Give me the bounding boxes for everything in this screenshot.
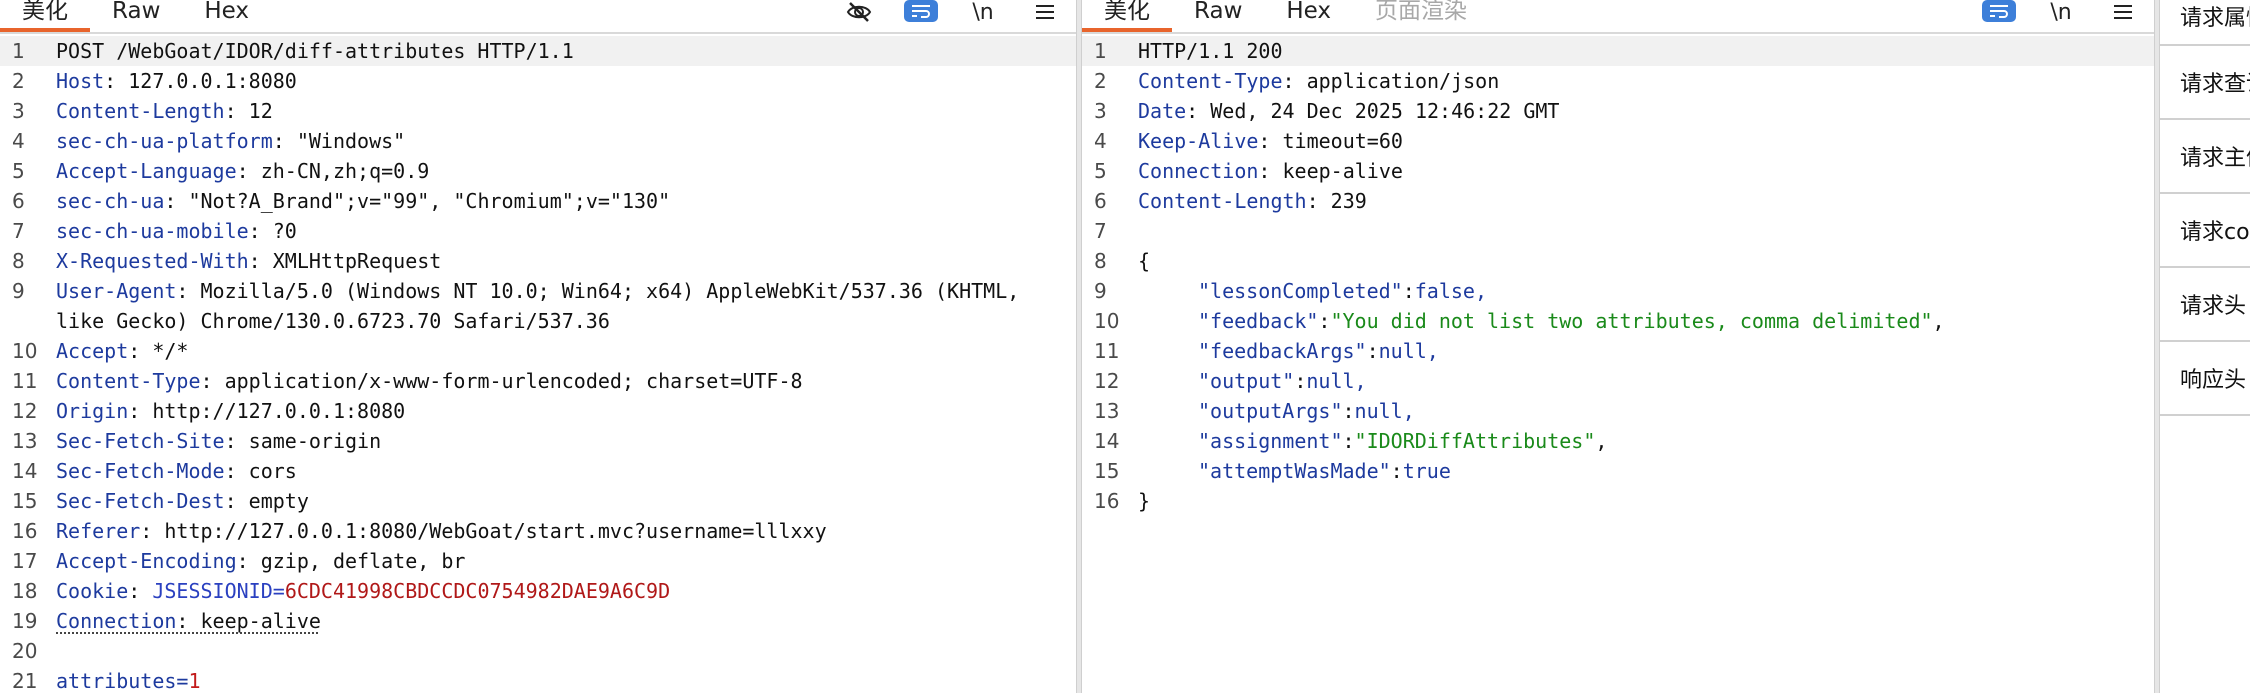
code-line: 6 sec-ch-ua: "Not?A_Brand";v="99", "Chrom… — [12, 189, 671, 213]
response-tabbar: 美化 Raw Hex 页面渲染 \n — [1082, 0, 2154, 34]
side-item-request-headers[interactable]: 请求头 — [2160, 268, 2250, 342]
code-line: 10 Accept: */* — [12, 339, 189, 363]
body-param-name: attributes — [56, 669, 177, 693]
tab-hex[interactable]: Hex — [1264, 0, 1353, 32]
cookie-value: 6CDC41998CBDCCDC0754982DAE9A6C9D — [284, 579, 671, 603]
code-line: 2 Host: 127.0.0.1:8080 — [12, 69, 297, 93]
inspector-side-panel: 请求属性 请求查询参数 请求主体参数 请求cookie 请求头 响应头 — [2160, 0, 2250, 693]
code-line: 16 Referer: http://127.0.0.1:8080/WebGoat… — [12, 519, 827, 543]
cookie-name: JSESSIONID — [152, 579, 273, 603]
side-item-request-body-params[interactable]: 请求主体参数 — [2160, 120, 2250, 194]
code-line: 3 Content-Length: 12 — [12, 99, 273, 123]
code-line: 8 X-Requested-With: XMLHttpRequest — [12, 249, 442, 273]
code-line: 16} — [1094, 489, 1151, 513]
code-line: 12 Origin: http://127.0.0.1:8080 — [12, 399, 406, 423]
menu-icon[interactable] — [1028, 0, 1062, 24]
code-line: 11 Content-Type: application/x-www-form-u… — [12, 369, 803, 393]
request-editor[interactable]: 1 POST /WebGoat/IDOR/diff-attributes HTTP… — [0, 36, 1076, 693]
code-line: 14 Sec-Fetch-Mode: cors — [12, 459, 297, 483]
response-editor[interactable]: 1 HTTP/1.1 200 2 Content-Type: application… — [1082, 36, 2154, 693]
code-line: 1 POST /WebGoat/IDOR/diff-attributes HTTP… — [0, 36, 1076, 66]
side-item-request-cookies[interactable]: 请求cookie — [2160, 194, 2250, 268]
tab-raw[interactable]: Raw — [1172, 0, 1264, 32]
code-line: 7 — [1094, 219, 1107, 243]
menu-icon[interactable] — [2106, 0, 2140, 24]
request-toolbar: \n — [842, 0, 1062, 25]
code-line: 21 attributes=1 — [12, 669, 201, 693]
side-item-request-attributes[interactable]: 请求属性 — [2160, 0, 2250, 46]
body-param-value: 1 — [188, 669, 201, 693]
side-item-request-query-params[interactable]: 请求查询参数 — [2160, 46, 2250, 120]
code-line: 9 "lessonCompleted":false, — [1094, 279, 1487, 303]
newline-icon[interactable]: \n — [2044, 0, 2078, 25]
code-line: 4 Keep-Alive: timeout=60 — [1094, 129, 1403, 153]
response-pane: 美化 Raw Hex 页面渲染 \n 1 HTTP/1.1 200 2 Conten… — [1082, 0, 2154, 693]
wrap-lines-icon[interactable] — [904, 0, 938, 22]
tab-pretty[interactable]: 美化 — [0, 0, 90, 32]
code-line: 5 Connection: keep-alive — [1094, 159, 1403, 183]
code-line: 6 Content-Length: 239 — [1094, 189, 1367, 213]
code-line: 13 Sec-Fetch-Site: same-origin — [12, 429, 382, 453]
wrap-lines-icon[interactable] — [1982, 0, 2016, 22]
code-line: 14 "assignment":"IDORDiffAttributes", — [1094, 429, 1608, 453]
code-line: 17 Accept-Encoding: gzip, deflate, br — [12, 549, 466, 573]
code-line: 18 Cookie: JSESSIONID=6CDC41998CBDCCDC075… — [12, 579, 671, 603]
code-line: 13 "outputArgs":null, — [1094, 399, 1415, 423]
code-line: 7 sec-ch-ua-mobile: ?0 — [12, 219, 297, 243]
code-line: 5 Accept-Language: zh-CN,zh;q=0.9 — [12, 159, 430, 183]
code-line: 3 Date: Wed, 24 Dec 2025 12:46:22 GMT — [1094, 99, 1560, 123]
tab-pretty[interactable]: 美化 — [1082, 0, 1172, 32]
code-line: 8{ — [1094, 249, 1151, 273]
response-toolbar: \n — [1982, 0, 2140, 25]
code-line: 11 "feedbackArgs":null, — [1094, 339, 1439, 363]
code-line: 9 User-Agent: Mozilla/5.0 (Windows NT 10.… — [12, 279, 1032, 333]
code-line: 4 sec-ch-ua-platform: "Windows" — [12, 129, 406, 153]
tab-render[interactable]: 页面渲染 — [1353, 0, 1489, 32]
code-line: 10 "feedback":"You did not list two attri… — [1094, 309, 1945, 333]
tab-hex[interactable]: Hex — [182, 0, 271, 32]
tab-raw[interactable]: Raw — [90, 0, 182, 32]
newline-icon[interactable]: \n — [966, 0, 1000, 25]
code-line: 2 Content-Type: application/json — [1094, 69, 1500, 93]
code-line: 12 "output":null, — [1094, 369, 1367, 393]
code-line: 15 "attemptWasMade":true — [1094, 459, 1451, 483]
code-line: 20 — [12, 639, 38, 663]
code-line: 1 HTTP/1.1 200 — [1082, 36, 2154, 66]
request-tabbar: 美化 Raw Hex \n — [0, 0, 1076, 34]
request-pane: 美化 Raw Hex \n 1 POST /WebGoat/IDOR/diff-a… — [0, 0, 1076, 693]
code-line: 19 Connection: keep-alive — [12, 609, 321, 633]
side-item-response-headers[interactable]: 响应头 — [2160, 342, 2250, 416]
eye-off-icon[interactable] — [842, 0, 876, 24]
code-line: 15 Sec-Fetch-Dest: empty — [12, 489, 309, 513]
